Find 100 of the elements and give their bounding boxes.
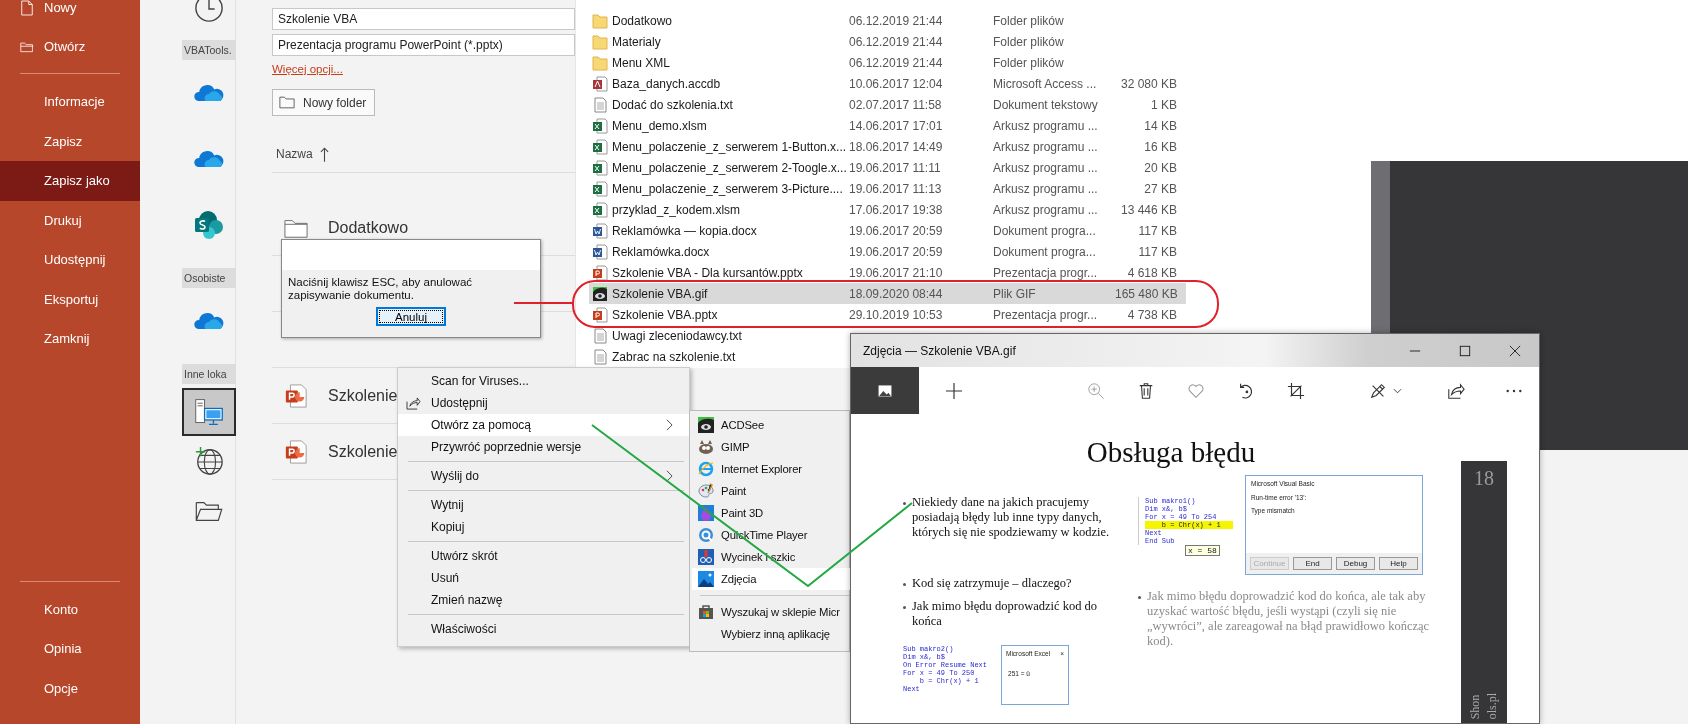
sidebar-item[interactable]: Nowy [0,0,140,27]
computer-icon [194,397,224,427]
file-row[interactable]: Reklamówka.docx 19.06.2017 20:59 Dokument progra... 117 KB [589,241,1186,262]
file-name: Dodać do szkolenia.txt [612,97,734,112]
file-size: 117 KB [1137,244,1177,259]
file-name[interactable]: Szkolenie [328,442,398,461]
spreadsheet-file-icon [592,117,608,134]
file-name[interactable]: Dodatkowo [328,218,409,237]
folder-icon [193,500,225,522]
spreadsheet-file-icon [592,201,608,218]
menu-item[interactable]: Udostępnij [398,392,689,414]
file-name: przyklad_z_kodem.xlsm [612,202,742,217]
file-row[interactable]: Menu_demo.xlsm 14.06.2017 17:01 Arkusz programu ... 14 KB [589,115,1186,136]
collection-tab[interactable] [851,367,919,414]
menu-item[interactable]: Zmień nazwę [398,589,689,611]
menu-item[interactable]: Paint 3D [692,502,850,524]
menu-item[interactable]: Wytnij [398,494,689,516]
palette-icon [698,483,714,499]
page-number: 18 [1474,467,1494,490]
vertical-caption: Shon [1468,693,1483,719]
animal-head-icon [698,439,714,455]
file-row[interactable]: przyklad_z_kodem.xlsm 17.06.2017 19:38 Arkusz programu ... 13 446 KB [589,199,1186,220]
file-name[interactable]: Szkolenie [328,386,398,405]
menu-item[interactable]: Otwórz za pomocą [398,414,689,436]
menu-item[interactable]: Scan for Viruses... [398,370,689,392]
file-row[interactable]: Baza_danych.accdb 10.06.2017 12:04 Microsoft Access ... 32 080 KB [589,73,1186,94]
text-file-icon [592,96,608,113]
file-name: Menu_demo.xlsm [612,118,708,133]
menu-item[interactable]: Wybierz inną aplikację [692,623,850,645]
menu-item[interactable]: Kopiuj [398,516,689,538]
file-name: Menu_polaczenie_z_serwerem 1-Button.x... [612,139,848,154]
new-folder-button[interactable]: Nowy folder [272,89,376,116]
file-row[interactable]: Zabrac na szkolenie.txt [589,346,829,367]
file-row[interactable]: Dodatkowo 06.12.2019 21:44 Folder plików [589,10,1186,31]
database-file-icon [592,75,608,92]
bullet-text: Kod się zatrzymuje – dlaczego? [912,576,1072,591]
modified-date: 06.12.2019 21:44 [849,34,944,49]
location-button[interactable] [182,388,236,436]
menu-item[interactable]: Usuń [398,567,689,589]
file-name: Dodatkowo [612,13,674,28]
sidebar-item[interactable]: Zamknij [0,319,140,359]
file-name: Menu XML [612,55,672,70]
modified-date: 29.10.2019 10:53 [849,307,944,322]
sidebar-item[interactable]: Drukuj [0,200,140,240]
spreadsheet-file-icon [592,180,608,197]
menu-item[interactable]: ACDSee [692,414,850,436]
file-row[interactable]: Szkolenie VBA.gif 18.09.2020 08:44 Plik GIF 165 480 KB [589,283,1186,304]
column-header[interactable]: Nazwa [276,147,313,161]
menu-item[interactable]: Zdjęcia [692,568,850,590]
file-row[interactable]: Menu_polaczenie_z_serwerem 2-Toogle.x... 19.06.2017 11:11 Arkusz programu ... 20 KB [589,157,1186,178]
file-row[interactable]: Materialy 06.12.2019 21:44 Folder plików [589,31,1186,52]
sidebar-item[interactable]: Informacje [0,82,140,122]
sidebar-item[interactable]: Opinia [0,629,140,669]
folder-icon [592,33,608,50]
chevron-right-icon [666,470,673,482]
file-row[interactable]: Szkolenie VBA - Dla kursantów.pptx 19.06.2017 21:10 Prezentacja progr... 4 618 KB [589,262,1186,283]
file-row[interactable]: Menu_polaczenie_z_serwerem 1-Button.x... 18.06.2017 14:49 Arkusz programu ... 16 KB [589,136,1186,157]
image-icon [878,384,892,397]
menu-item[interactable]: Wyszukaj w sklepie Micr [692,601,850,623]
file-row[interactable]: Dodać do szkolenia.txt 02.07.2017 11:58 Dokument tekstowy 1 KB [589,94,1186,115]
file-row[interactable]: Uwagi zleceniodawcy.txt [589,325,829,346]
file-name: Menu_polaczenie_z_serwerem 2-Toogle.x... [612,160,848,175]
file-size: 27 KB [1143,181,1177,196]
file-size: 14 KB [1143,118,1177,133]
file-type-dropdown[interactable]: Prezentacja programu PowerPoint (*.pptx) [272,34,575,56]
cloud-icon [193,82,225,104]
menu-item[interactable]: GIMP [692,436,850,458]
file-row[interactable]: Reklamówka — kopia.docx 19.06.2017 20:59 Dokument progra... 117 KB [589,220,1186,241]
sidebar-item[interactable]: Zapisz [0,121,140,161]
menu-item[interactable]: Przywróć poprzednie wersje [398,436,689,458]
modified-date: 02.07.2017 11:58 [849,97,943,112]
bullet-text: Jak mimo błędu doprowadzić kod do końca [912,599,1099,629]
chevron-down-icon [1393,387,1402,394]
maximize-icon[interactable] [1459,344,1471,357]
modified-date: 14.06.2017 17:01 [849,118,944,133]
sidebar-item[interactable]: Eksportuj [0,279,140,319]
sidebar-item[interactable]: Konto [0,589,140,629]
menu-item[interactable]: Utwórz skrót [398,545,689,567]
menu-item[interactable]: Internet Explorer [692,458,850,480]
menu-item[interactable]: Paint [692,480,850,502]
modified-date: 18.06.2017 14:49 [849,139,944,154]
modified-date: 06.12.2019 21:44 [849,13,944,28]
sidebar-item[interactable]: Opcje [0,668,140,708]
file-type: Folder plików [993,34,1065,49]
bullet-icon [903,606,906,609]
sidebar-item[interactable]: Udostępnij [0,240,140,280]
file-name-field[interactable]: Szkolenie VBA [272,8,575,30]
file-row[interactable]: Menu_polaczenie_z_serwerem 3-Picture.... 19.06.2017 11:13 Arkusz programu ... 27 KB [589,178,1186,199]
sidebar-item[interactable]: Zapisz jako [0,161,140,201]
presentation-file-icon [284,383,308,408]
file-row[interactable]: Menu XML 06.12.2019 21:44 Folder plików [589,52,1186,73]
menu-item[interactable]: Wyślij do [398,465,689,487]
close-icon[interactable] [1509,344,1521,357]
menu-item[interactable]: Właściwości [398,618,689,640]
file-row[interactable]: Szkolenie VBA.pptx 29.10.2019 10:53 Prezentacja progr... 4 738 KB [589,304,1186,325]
cloud-icon [193,148,225,170]
more-options-link[interactable]: Więcej opcji... [272,63,343,75]
sidebar-item[interactable]: Otwórz [0,27,140,66]
cancel-button[interactable]: Anuluj [376,307,446,326]
folder-icon [279,96,295,109]
